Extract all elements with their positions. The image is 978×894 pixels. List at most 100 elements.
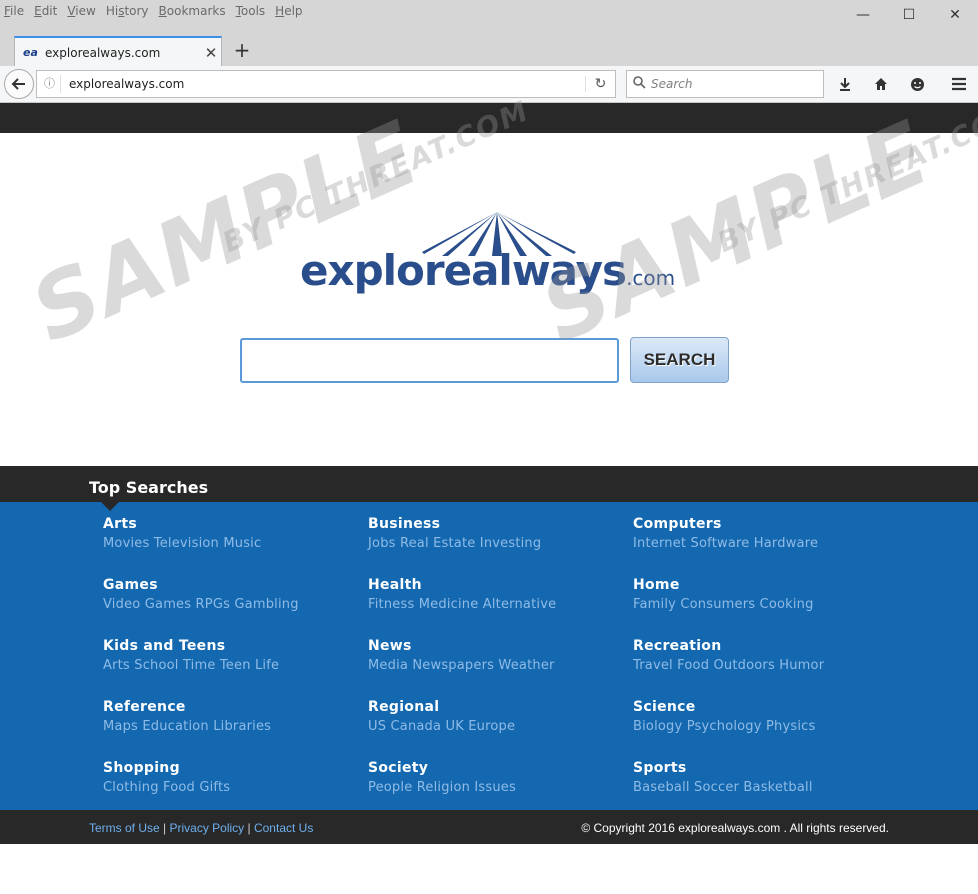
back-button[interactable]	[4, 69, 34, 99]
menu-file-label: File	[4, 4, 25, 18]
footer-separator: |	[159, 821, 170, 835]
subcategory-links[interactable]: Movies Television Music	[103, 536, 261, 551]
new-tab-button[interactable]: +	[230, 38, 254, 62]
subcategory-links[interactable]: Fitness Medicine Alternative	[368, 597, 556, 612]
category-link[interactable]: Shopping	[103, 760, 230, 776]
category-link[interactable]: Reference	[103, 699, 271, 715]
search-placeholder: Search	[651, 77, 693, 91]
top-searches-title: Top Searches	[89, 478, 209, 497]
subcategory-links[interactable]: Family Consumers Cooking	[633, 597, 814, 612]
menu-tools-label: Tools	[235, 4, 266, 18]
menu-bookmarks-label: Bookmarks	[158, 4, 226, 18]
search-input[interactable]	[240, 338, 619, 383]
menu-view[interactable]: View	[67, 4, 95, 18]
category-link[interactable]: Arts	[103, 516, 261, 532]
page-top-bar	[0, 103, 978, 133]
category-kids-and-teens: Kids and Teens Arts School Time Teen Lif…	[103, 638, 279, 673]
category-link[interactable]: Games	[103, 577, 299, 593]
menu-view-label: View	[67, 4, 96, 18]
subcategory-links[interactable]: Clothing Food Gifts	[103, 780, 230, 795]
menu-history-label: History	[105, 4, 149, 18]
top-searches-pointer	[101, 502, 119, 511]
menu-history[interactable]: History	[106, 4, 149, 18]
window-controls: — ☐ ✕	[840, 0, 978, 30]
menu-edit[interactable]: Edit	[34, 4, 57, 18]
search-button[interactable]: SEARCH	[630, 337, 729, 383]
info-icon[interactable]: ⓘ	[39, 75, 61, 93]
category-computers: Computers Internet Software Hardware	[633, 516, 818, 551]
menu-bookmarks[interactable]: Bookmarks	[159, 4, 226, 18]
category-link[interactable]: Science	[633, 699, 815, 715]
subcategory-links[interactable]: Maps Education Libraries	[103, 719, 271, 734]
minimize-icon: —	[856, 7, 870, 23]
subcategory-links[interactable]: Internet Software Hardware	[633, 536, 818, 551]
category-science: Science Biology Psychology Physics	[633, 699, 815, 734]
category-link[interactable]: Home	[633, 577, 814, 593]
close-icon: ✕	[949, 7, 961, 23]
menu-tools[interactable]: Tools	[236, 4, 266, 18]
subcategory-links[interactable]: Biology Psychology Physics	[633, 719, 815, 734]
logo-tld: .com	[626, 266, 676, 290]
tab-close-icon[interactable]: ✕	[201, 44, 221, 62]
category-link[interactable]: Business	[368, 516, 541, 532]
top-searches-header: Top Searches	[0, 466, 978, 502]
download-button[interactable]	[832, 71, 858, 97]
tab-title: explorealways.com	[45, 45, 161, 60]
category-regional: Regional US Canada UK Europe	[368, 699, 515, 734]
category-link[interactable]: News	[368, 638, 555, 654]
category-link[interactable]: Health	[368, 577, 556, 593]
home-button[interactable]	[868, 71, 894, 97]
category-health: Health Fitness Medicine Alternative	[368, 577, 556, 612]
maximize-icon: ☐	[902, 7, 916, 23]
category-link[interactable]: Sports	[633, 760, 813, 776]
category-link[interactable]: Kids and Teens	[103, 638, 279, 654]
download-icon	[840, 78, 850, 91]
subcategory-links[interactable]: Video Games RPGs Gambling	[103, 597, 299, 612]
menu-file[interactable]: File	[4, 4, 24, 18]
privacy-policy-link[interactable]: Privacy Policy	[169, 821, 244, 835]
home-icon	[875, 78, 887, 90]
subcategory-links[interactable]: Baseball Soccer Basketball	[633, 780, 813, 795]
page-footer: Terms of Use | Privacy Policy | Contact …	[0, 810, 978, 844]
back-arrow-icon	[11, 78, 25, 90]
smiley-icon	[910, 77, 924, 91]
copyright-text: © Copyright 2016 explorealways.com . All…	[581, 821, 889, 835]
hamburger-menu-icon	[952, 77, 966, 91]
favicon-icon: ea	[23, 46, 38, 59]
footer-links: Terms of Use | Privacy Policy | Contact …	[89, 821, 313, 835]
site-logo[interactable]: explorealways.com	[300, 212, 690, 302]
subcategory-links[interactable]: US Canada UK Europe	[368, 719, 515, 734]
url-text[interactable]: explorealways.com	[69, 77, 585, 91]
contact-us-link[interactable]: Contact Us	[254, 821, 313, 835]
url-bar[interactable]: ⓘ explorealways.com ↻	[36, 70, 616, 98]
menu-help-label: Help	[275, 4, 303, 18]
account-button[interactable]	[904, 71, 930, 97]
subcategory-links[interactable]: Media Newspapers Weather	[368, 658, 555, 673]
category-shopping: Shopping Clothing Food Gifts	[103, 760, 230, 795]
tab-strip: ea explorealways.com ✕ +	[0, 32, 978, 67]
category-link[interactable]: Computers	[633, 516, 818, 532]
open-menu-button[interactable]	[946, 71, 972, 97]
tab-explorealways[interactable]: ea explorealways.com ✕	[14, 36, 222, 67]
terms-of-use-link[interactable]: Terms of Use	[89, 821, 160, 835]
maximize-button[interactable]: ☐	[886, 0, 932, 30]
menu-help[interactable]: Help	[275, 4, 302, 18]
category-link[interactable]: Recreation	[633, 638, 824, 654]
subcategory-links[interactable]: People Religion Issues	[368, 780, 516, 795]
category-link[interactable]: Regional	[368, 699, 515, 715]
top-searches-panel: Arts Movies Television Music Business Jo…	[0, 502, 978, 810]
category-arts: Arts Movies Television Music	[103, 516, 261, 551]
browser-search-box[interactable]: Search	[626, 70, 824, 98]
navigation-bar: ⓘ explorealways.com ↻ Search	[0, 66, 978, 103]
subcategory-links[interactable]: Jobs Real Estate Investing	[368, 536, 541, 551]
subcategory-links[interactable]: Arts School Time Teen Life	[103, 658, 279, 673]
window-close-button[interactable]: ✕	[932, 0, 978, 30]
reload-icon[interactable]: ↻	[585, 76, 615, 92]
category-reference: Reference Maps Education Libraries	[103, 699, 271, 734]
subcategory-links[interactable]: Travel Food Outdoors Humor	[633, 658, 824, 673]
category-business: Business Jobs Real Estate Investing	[368, 516, 541, 551]
category-home: Home Family Consumers Cooking	[633, 577, 814, 612]
category-society: Society People Religion Issues	[368, 760, 516, 795]
category-link[interactable]: Society	[368, 760, 516, 776]
minimize-button[interactable]: —	[840, 0, 886, 30]
